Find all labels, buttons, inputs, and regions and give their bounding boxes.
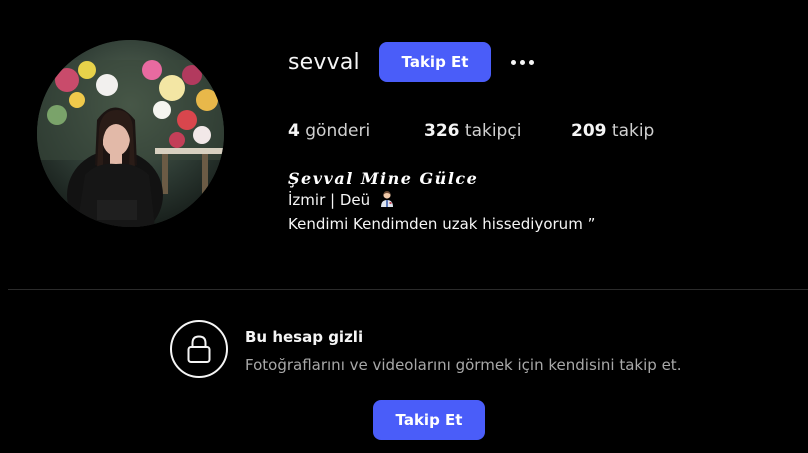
followers-label: takipçi: [464, 121, 522, 141]
following-label: takip: [611, 121, 655, 141]
posts-count: 4: [288, 121, 300, 141]
person-emoji-icon: [379, 190, 395, 213]
following-count: 209: [571, 121, 607, 141]
follow-button-private[interactable]: Takip Et: [373, 400, 485, 440]
following-stat[interactable]: 209 takip: [571, 119, 654, 143]
more-options-button[interactable]: [505, 50, 539, 74]
bio-line-text: Kendimi Kendimden uzak hissediyorum ”: [288, 215, 596, 233]
private-account-title: Bu hesap gizli: [245, 328, 364, 346]
followers-count: 326: [424, 121, 460, 141]
more-horizontal-icon-dot: [528, 59, 534, 65]
profile-page: sevval Takip Et 4 gönderi 326 takipçi 20…: [0, 0, 808, 453]
lock-icon: [170, 320, 228, 378]
posts-label: gönderi: [305, 121, 371, 141]
username: sevval: [288, 50, 360, 75]
private-account-description: Fotoğraflarını ve videolarını görmek içi…: [245, 356, 682, 374]
avatar[interactable]: [37, 40, 224, 227]
followers-stat[interactable]: 326 takipçi: [424, 119, 521, 143]
full-name: Şevval Mine Gülce: [288, 169, 479, 188]
posts-stat: 4 gönderi: [288, 119, 370, 143]
follow-button[interactable]: Takip Et: [379, 42, 491, 82]
bio-line-location: İzmir | Deü: [288, 190, 395, 213]
bio-location-text: İzmir | Deü: [288, 191, 371, 209]
avatar-image: [37, 40, 224, 227]
section-divider: [8, 289, 808, 290]
more-horizontal-icon-dot: [519, 59, 525, 65]
more-horizontal-icon: [510, 59, 516, 65]
